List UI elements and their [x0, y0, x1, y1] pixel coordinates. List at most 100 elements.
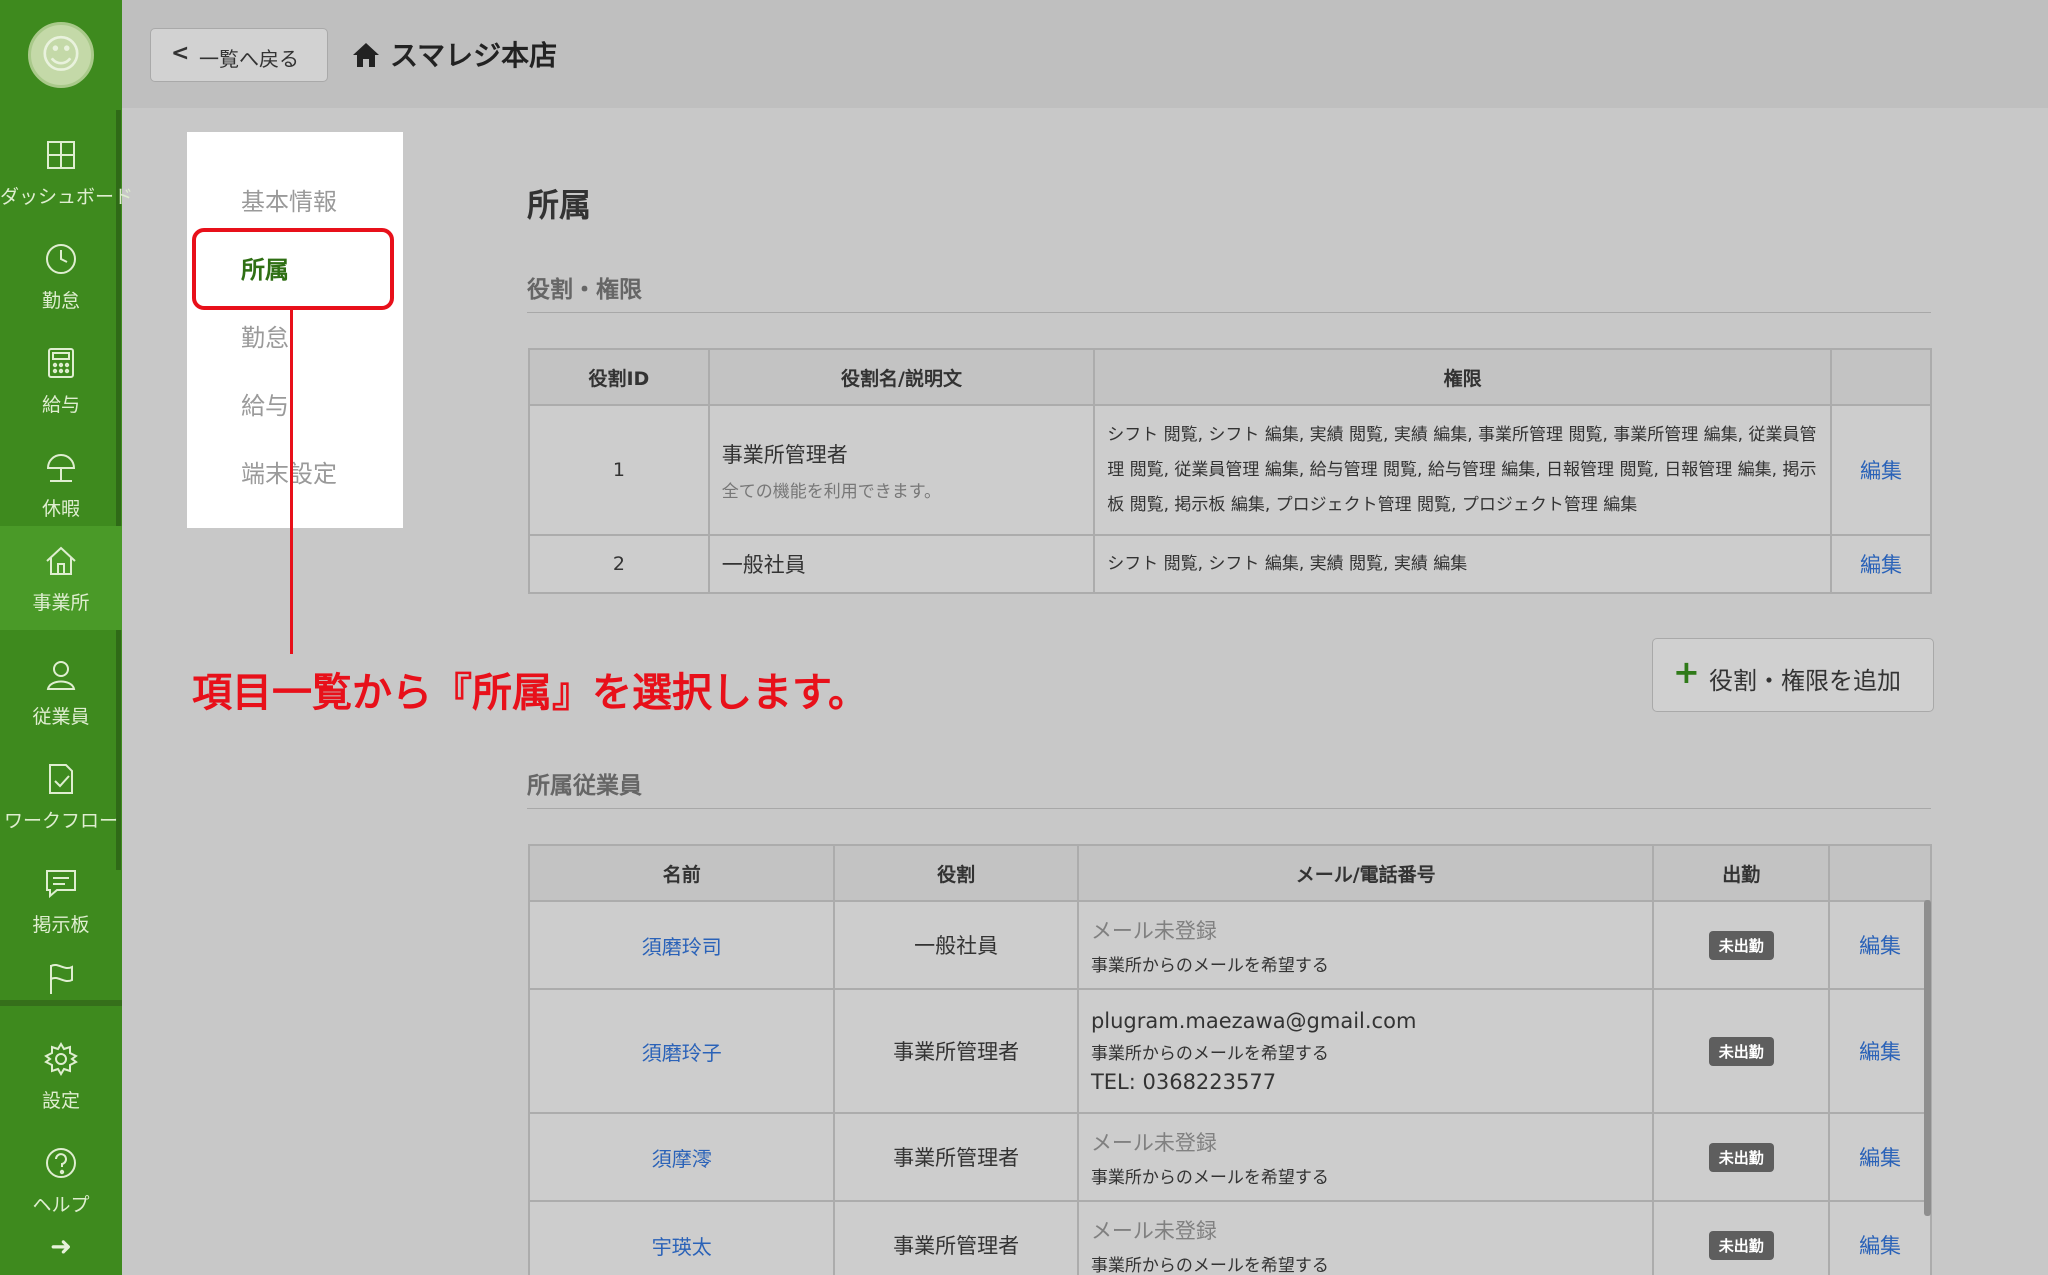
- column-header: 役割名/説明文: [707, 348, 1096, 406]
- settings-nav: 基本情報 所属 勤怠 給与 端末設定: [187, 132, 403, 528]
- subnav-item-basic-info[interactable]: 基本情報: [241, 182, 337, 217]
- status-badge: 未出勤: [1708, 930, 1774, 960]
- edit-employee-link[interactable]: 編集: [1859, 1234, 1901, 1258]
- smiley-icon: ☺: [40, 32, 82, 78]
- edit-link-cell: 編集: [1828, 1200, 1932, 1275]
- edit-role-link[interactable]: 編集: [1860, 459, 1902, 483]
- sidebar-item-employees[interactable]: 従業員: [0, 640, 122, 744]
- employees-section-title: 所属従業員: [527, 773, 642, 799]
- email-value: メール未登録: [1090, 1218, 1217, 1243]
- table-row: 1 事業所管理者 全ての機能を利用できます。 シフト 閲覧, シフト 編集, 実…: [528, 404, 1932, 536]
- employee-role: 事業所管理者: [833, 1200, 1079, 1275]
- sidebar-item-leave[interactable]: 休暇: [0, 432, 122, 536]
- sidebar-item-dashboard[interactable]: ダッシュボード: [0, 120, 134, 224]
- subnav-item-terminal-settings[interactable]: 端末設定: [241, 454, 337, 489]
- table-header-row: 名前 役割 メール/電話番号 出勤: [527, 844, 1932, 902]
- document-check-icon: [49, 764, 73, 794]
- flag-icon: [50, 964, 73, 994]
- sidebar-item-label: ダッシュボード: [0, 186, 134, 208]
- email-value: メール未登録: [1090, 918, 1217, 943]
- sidebar-item-label: 掲示板: [32, 914, 90, 936]
- avatar[interactable]: ☺: [28, 22, 94, 88]
- roles-table: 役割ID 役割名/説明文 権限 1 事業所管理者 全ての機能を利用できます。 シ…: [528, 348, 1932, 594]
- sidebar-item-label: 事業所: [32, 592, 90, 614]
- sidebar-item-flag[interactable]: [0, 944, 122, 1000]
- mail-preference: 事業所からのメールを希望する: [1090, 1167, 1329, 1188]
- chat-icon: [46, 870, 76, 899]
- annotation-highlight-box: [192, 228, 394, 310]
- employee-name-cell: 須磨玲子: [527, 988, 836, 1114]
- edit-employee-link[interactable]: 編集: [1859, 934, 1901, 958]
- edit-link-cell: 編集: [1830, 404, 1932, 536]
- annotation-callout: 項目一覧から『所属』を選択します。: [192, 670, 868, 716]
- employee-name-cell: 宇瑛太: [527, 1200, 836, 1275]
- add-role-button[interactable]: + 役割・権限を追加: [1652, 638, 1934, 712]
- subnav-item-attendance[interactable]: 勤怠: [241, 318, 289, 353]
- column-header: [1828, 844, 1932, 902]
- email-value: plugram.maezawa@gmail.com: [1090, 1008, 1417, 1033]
- sidebar-item-office[interactable]: 事業所: [0, 526, 122, 630]
- edit-link-cell: 編集: [1828, 900, 1932, 990]
- edit-link-cell: 編集: [1828, 988, 1932, 1114]
- roles-section-title: 役割・権限: [527, 277, 642, 303]
- table-row: 須摩澪 事業所管理者 メール未登録 事業所からのメールを希望する 未出勤 編集: [527, 1112, 1932, 1202]
- edit-role-link[interactable]: 編集: [1860, 553, 1902, 577]
- role-name: 一般社員: [721, 553, 806, 577]
- mail-preference: 事業所からのメールを希望する: [1090, 955, 1329, 976]
- employee-name-link[interactable]: 須磨玲子: [642, 1041, 722, 1065]
- edit-employee-link[interactable]: 編集: [1859, 1146, 1901, 1170]
- umbrella-icon: [46, 454, 76, 482]
- sidebar-item-label: 勤怠: [41, 290, 80, 312]
- sidebar-item-payroll[interactable]: 給与: [0, 328, 122, 432]
- arrow-right-icon[interactable]: ➜: [42, 1232, 80, 1262]
- sidebar-item-help[interactable]: ヘルプ: [0, 1128, 122, 1232]
- table-scrollbar[interactable]: [1924, 900, 1931, 1216]
- employee-name-link[interactable]: 宇瑛太: [652, 1235, 712, 1259]
- column-header: メール/電話番号: [1076, 844, 1655, 902]
- status-badge: 未出勤: [1708, 1230, 1774, 1260]
- column-header: 役割ID: [528, 348, 710, 406]
- sidebar-item-label: ワークフロー: [3, 810, 118, 832]
- sidebar-item-label: 給与: [41, 394, 80, 416]
- sidebar-item-settings[interactable]: 設定: [0, 1024, 122, 1128]
- sidebar-item-label: 従業員: [32, 706, 90, 728]
- employee-name-link[interactable]: 須摩澪: [652, 1147, 712, 1171]
- annotation-line: [290, 310, 293, 654]
- table-row: 2 一般社員 シフト 閲覧, シフト 編集, 実績 閲覧, 実績 編集 編集: [528, 534, 1932, 594]
- table-row: 宇瑛太 事業所管理者 メール未登録 事業所からのメールを希望する 未出勤 編集: [527, 1200, 1932, 1275]
- plus-icon: +: [1673, 653, 1700, 691]
- column-header: 出勤: [1652, 844, 1831, 902]
- sidebar-divider: [0, 1000, 122, 1006]
- chevron-left-icon: <: [171, 41, 190, 66]
- subnav-item-payroll[interactable]: 給与: [241, 386, 289, 421]
- sidebar-item-workflow[interactable]: ワークフロー: [0, 744, 122, 848]
- mail-preference: 事業所からのメールを希望する: [1090, 1255, 1329, 1275]
- table-row: 須磨玲子 事業所管理者 plugram.maezawa@gmail.com 事業…: [527, 988, 1932, 1114]
- column-header: 役割: [833, 844, 1079, 902]
- clock-icon: [46, 244, 76, 274]
- calculator-icon: [48, 348, 74, 378]
- table-header-row: 役割ID 役割名/説明文 権限: [528, 348, 1932, 406]
- dashboard-icon: [47, 141, 75, 169]
- role-name-cell: 事業所管理者 全ての機能を利用できます。: [707, 404, 1096, 536]
- table-row: 須磨玲司 一般社員 メール未登録 事業所からのメールを希望する 未出勤 編集: [527, 900, 1932, 990]
- back-to-list-button[interactable]: < 一覧へ戻る: [150, 28, 328, 82]
- mail-preference: 事業所からのメールを希望する: [1090, 1043, 1329, 1064]
- employees-table: 名前 役割 メール/電話番号 出勤 須磨玲司 一般社員 メール未登録 事業所から…: [527, 844, 1932, 1275]
- section-heading: 所属: [527, 186, 592, 224]
- role-description: 全ての機能を利用できます。: [721, 481, 942, 502]
- person-icon: [46, 661, 76, 690]
- home-icon: [46, 546, 76, 575]
- sidebar-item-attendance[interactable]: 勤怠: [0, 224, 122, 328]
- contact-cell: メール未登録 事業所からのメールを希望する: [1076, 1112, 1655, 1202]
- divider: [527, 312, 1931, 313]
- role-id: 2: [528, 534, 710, 594]
- help-icon: [46, 1148, 76, 1178]
- employee-name-link[interactable]: 須磨玲司: [642, 935, 722, 959]
- sidebar-item-board[interactable]: 掲示板: [0, 848, 122, 952]
- status-badge: 未出勤: [1708, 1036, 1774, 1066]
- edit-employee-link[interactable]: 編集: [1859, 1040, 1901, 1064]
- column-header: 権限: [1093, 348, 1833, 406]
- edit-link-cell: 編集: [1828, 1112, 1932, 1202]
- column-header: [1830, 348, 1932, 406]
